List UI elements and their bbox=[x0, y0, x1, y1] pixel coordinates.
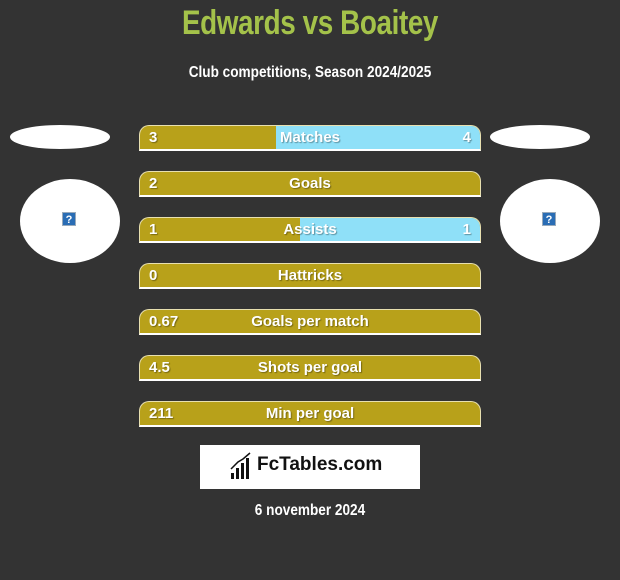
right-player-avatar: ? bbox=[500, 179, 600, 263]
left-value: 0 bbox=[149, 267, 158, 284]
right-value: 1 bbox=[462, 221, 471, 238]
stat-row-goals-per-match: Goals per match 0.67 bbox=[139, 309, 481, 335]
stat-row-assists: Assists 1 1 bbox=[139, 217, 481, 243]
stat-label: Min per goal bbox=[265, 405, 355, 422]
stat-label: Shots per goal bbox=[257, 359, 363, 376]
stat-label: Hattricks bbox=[277, 267, 343, 284]
stat-row-goals: Goals 2 bbox=[139, 171, 481, 197]
left-value: 1 bbox=[149, 221, 158, 238]
stat-label: Matches bbox=[279, 129, 341, 146]
page-title: Edwards vs Boaitey bbox=[181, 4, 439, 42]
missing-image-icon: ? bbox=[62, 212, 76, 226]
page-subtitle: Club competitions, Season 2024/2025 bbox=[188, 64, 432, 81]
date-label: 6 november 2024 bbox=[254, 502, 366, 519]
stat-label: Goals bbox=[289, 175, 331, 192]
left-value: 0.67 bbox=[149, 313, 179, 330]
stat-row-min-per-goal: Min per goal 211 bbox=[139, 401, 481, 427]
stat-row-matches: Matches 3 4 bbox=[139, 125, 481, 151]
left-value: 3 bbox=[149, 129, 158, 146]
stat-row-shots-per-goal: Shots per goal 4.5 bbox=[139, 355, 481, 381]
fctables-logo[interactable]: FcTables.com bbox=[200, 445, 420, 489]
left-value: 4.5 bbox=[149, 359, 170, 376]
left-player-name-badge bbox=[10, 125, 110, 149]
logo-text: FcTables.com bbox=[257, 454, 383, 475]
stat-label: Goals per match bbox=[251, 313, 369, 330]
bar-chart-logo-icon bbox=[230, 452, 251, 479]
left-value: 211 bbox=[149, 405, 174, 422]
left-value: 2 bbox=[149, 175, 158, 192]
right-value: 4 bbox=[462, 129, 471, 146]
left-player-avatar: ? bbox=[20, 179, 120, 263]
missing-image-icon: ? bbox=[542, 212, 556, 226]
stat-label: Assists bbox=[283, 221, 337, 238]
right-player-name-badge bbox=[490, 125, 590, 149]
stat-row-hattricks: Hattricks 0 bbox=[139, 263, 481, 289]
